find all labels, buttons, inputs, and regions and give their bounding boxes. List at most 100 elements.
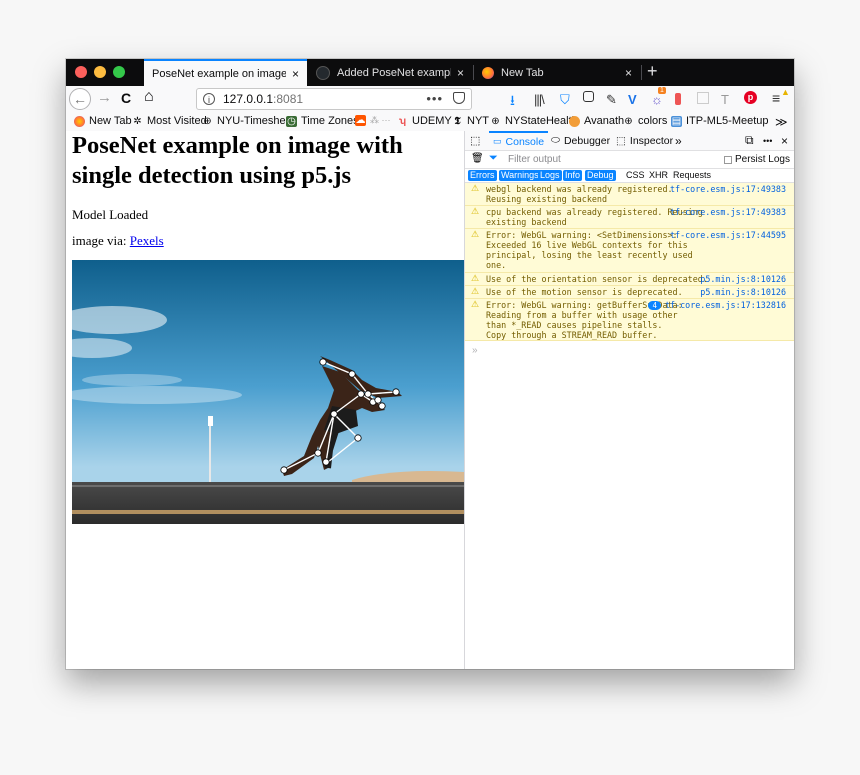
globe-icon: ⊕ — [203, 115, 212, 127]
avanath-icon — [569, 115, 580, 127]
bookmark-nyu-timesheet[interactable]: ⊕ NYU-Timesheet — [202, 115, 295, 127]
text-icon[interactable]: T — [721, 92, 729, 107]
maximize-window-icon[interactable] — [113, 66, 125, 78]
tab-console[interactable]: ▭ Console — [489, 131, 549, 150]
persist-logs-checkbox[interactable] — [723, 155, 732, 164]
console-level-filters: Errors Warnings Logs Info Debug CSS XHR … — [465, 169, 794, 183]
filter-input[interactable]: Filter output — [508, 154, 561, 165]
bookmark-colors[interactable]: ⊕ colors — [623, 115, 667, 127]
console-message[interactable]: ⚠ cpu backend was already registered. Re… — [465, 206, 794, 229]
console-message[interactable]: ⚠ Use of the orientation sensor is depre… — [465, 273, 794, 286]
back-button[interactable]: ← — [69, 88, 91, 110]
minimize-window-icon[interactable] — [94, 66, 106, 78]
close-devtools-button[interactable]: × — [781, 131, 788, 150]
extension-badge-icon[interactable]: ☼ — [651, 92, 663, 107]
dock-icon[interactable]: ⧉ — [745, 131, 754, 150]
close-tab-icon[interactable]: × — [625, 66, 632, 80]
bookmark-soundcloud[interactable]: ☁ ⁂ ⋯ — [355, 115, 391, 126]
element-picker-icon[interactable]: ⬚ — [470, 131, 480, 150]
console-input[interactable]: » — [472, 345, 478, 356]
close-tab-icon[interactable]: × — [457, 66, 464, 80]
filter-errors[interactable]: Errors — [468, 170, 497, 181]
close-tab-icon[interactable]: × — [292, 67, 299, 81]
extension-red-icon[interactable] — [675, 93, 681, 105]
bookmark-most-visited[interactable]: ✲ Most Visited — [132, 115, 206, 127]
message-source-link[interactable]: tf-core.esm.js:17:132816 — [665, 300, 786, 310]
forward-button[interactable]: → — [97, 89, 112, 106]
sidebar-icon[interactable] — [583, 91, 594, 102]
filter-debug[interactable]: Debug — [585, 170, 616, 181]
message-source-link[interactable]: tf-core.esm.js:17:44595 — [670, 230, 786, 240]
warning-icon: ⚠ — [471, 184, 480, 194]
tab-posenet-example[interactable]: PoseNet example on image with single det… — [144, 59, 307, 86]
new-tab-button[interactable]: + — [647, 61, 658, 82]
notification-badge: 1 — [658, 87, 666, 94]
console-filter-row: 🗑 ⏷ Filter output Persist Logs — [465, 151, 794, 169]
filter-icon: ⏷ — [489, 152, 498, 164]
more-tools-button[interactable]: » — [675, 131, 682, 150]
bookmark-udemy[interactable]: ʮ UDEMY — [397, 115, 452, 127]
console-message[interactable]: ⚠ Error: WebGL warning: getBufferSubData… — [465, 299, 794, 341]
tab-separator — [641, 65, 642, 80]
filter-warnings[interactable]: Warnings — [499, 170, 541, 181]
trash-icon[interactable]: 🗑 — [471, 153, 484, 164]
filter-logs[interactable]: Logs — [538, 170, 562, 181]
extension-v-icon[interactable]: V — [628, 92, 637, 107]
message-source[interactable]: 4 tf-core.esm.js:17:132816 — [648, 300, 786, 310]
site-info-icon[interactable]: i — [203, 93, 215, 105]
console-message[interactable]: ⚠ Error: WebGL warning: <SetDimensions>:… — [465, 229, 794, 273]
bookmark-avanath[interactable]: Avanath — [569, 115, 624, 127]
download-icon[interactable]: ⭳ — [510, 90, 515, 114]
pocket-icon[interactable] — [453, 92, 465, 104]
message-source-link[interactable]: tf-core.esm.js:17:49383 — [670, 184, 786, 194]
url-bar[interactable]: i 127.0.0.1 :8081 ••• — [196, 88, 472, 110]
pinterest-icon[interactable]: p — [744, 91, 757, 104]
message-text: webgl backend was already registered. Re… — [486, 184, 673, 204]
bookmark-nystatehealth[interactable]: ⊕ NYStateHealth — [490, 115, 578, 127]
warning-icon: ⚠ — [471, 300, 480, 310]
message-source-link[interactable]: p5.min.js:8:10126 — [700, 274, 786, 284]
tab-inspector[interactable]: ⬚ Inspector — [616, 131, 673, 150]
tab-label: Inspector — [629, 134, 674, 147]
bookmark-nyt[interactable]: 𝕿 NYT — [452, 115, 489, 127]
home-button[interactable]: ⌂ — [144, 88, 154, 106]
tab-new-tab[interactable]: New Tab × — [474, 59, 640, 86]
filter-css[interactable]: CSS — [624, 170, 647, 181]
warning-icon: ⚠ — [471, 207, 480, 217]
console-message[interactable]: ⚠ Use of the motion sensor is deprecated… — [465, 286, 794, 299]
close-window-icon[interactable] — [75, 66, 87, 78]
console-message[interactable]: ⚠ webgl backend was already registered. … — [465, 183, 794, 206]
bookmarks-toolbar: New Tab ✲ Most Visited ⊕ NYU-Timesheet ◷ Ti… — [66, 113, 794, 132]
message-source-link[interactable]: p5.min.js:8:10126 — [700, 287, 786, 297]
filter-requests[interactable]: Requests — [671, 170, 713, 181]
eyedropper-icon[interactable]: ✎ — [606, 92, 617, 108]
devtools-menu-button[interactable]: ••• — [763, 131, 772, 150]
tab-added-posenet[interactable]: Added PoseNet example for single detecti… — [308, 59, 472, 86]
persist-logs-label: Persist Logs — [734, 154, 790, 165]
inspector-icon: ⬚ — [616, 134, 626, 147]
menu-icon[interactable]: ≡ — [772, 90, 780, 106]
bookmark-itp-ml5-meetup[interactable]: ▤ ITP-ML5-Meetup — [671, 115, 769, 127]
pexels-link[interactable]: Pexels — [130, 233, 164, 248]
filter-xhr[interactable]: XHR — [647, 170, 670, 181]
extension-blank-icon[interactable] — [697, 92, 709, 104]
page-actions-button[interactable]: ••• — [426, 91, 443, 106]
tab-debugger[interactable]: ⬭ Debugger — [551, 131, 610, 150]
repeat-count-badge: 4 — [648, 301, 661, 310]
bookmark-label: NYStateHealth — [505, 115, 578, 127]
bookmarks-overflow-button[interactable]: ≫ — [775, 115, 788, 129]
clock-icon: ◷ — [286, 115, 297, 127]
library-icon[interactable]: |||\ — [534, 92, 545, 107]
filter-info[interactable]: Info — [563, 170, 583, 181]
warning-icon: ⚠ — [471, 230, 480, 240]
shield-icon[interactable]: ⛉ — [560, 92, 570, 108]
message-source-link[interactable]: tf-core.esm.js:17:49383 — [670, 207, 786, 217]
message-text: Use of the orientation sensor is depreca… — [486, 274, 708, 284]
persist-logs-toggle[interactable]: Persist Logs — [723, 154, 790, 165]
tab-strip: PoseNet example on image with single det… — [66, 59, 794, 86]
message-text: Use of the motion sensor is deprecated. — [486, 287, 683, 297]
url-host: 127.0.0.1 — [223, 92, 274, 106]
bookmark-time-zones[interactable]: ◷ Time Zones — [286, 115, 359, 127]
reload-button[interactable]: C — [121, 90, 131, 106]
bookmark-new-tab[interactable]: New Tab — [74, 115, 132, 127]
